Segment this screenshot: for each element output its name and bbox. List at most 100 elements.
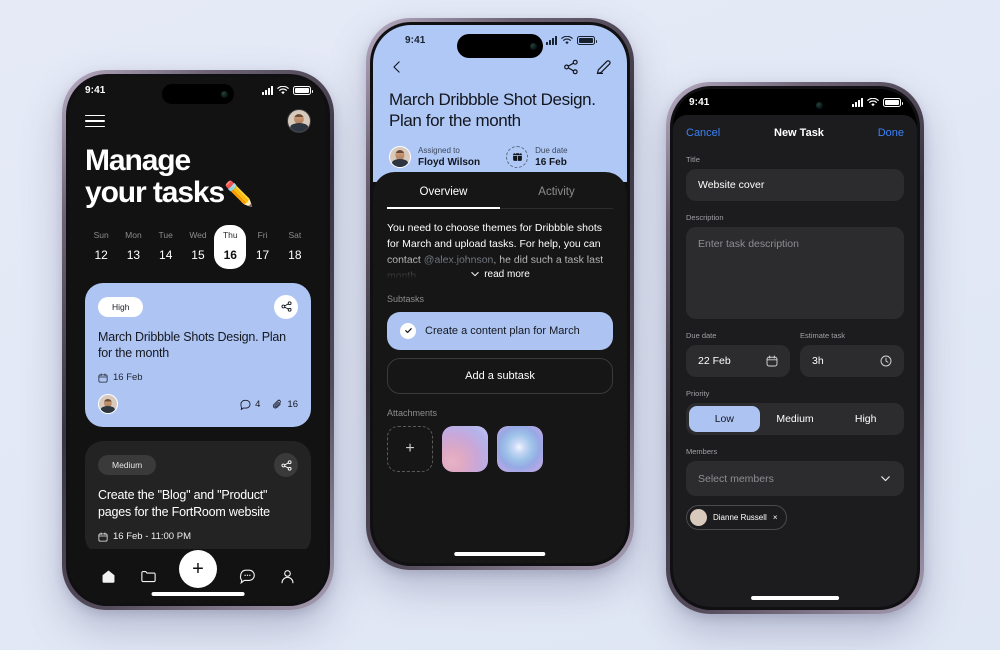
chevron-down-icon bbox=[881, 476, 890, 482]
attachment-thumbnail[interactable] bbox=[497, 425, 543, 472]
attachments-list: + bbox=[387, 425, 613, 472]
chat-icon bbox=[240, 399, 251, 410]
description-textarea[interactable]: Enter task description bbox=[686, 227, 904, 319]
cellular-bars-icon bbox=[852, 97, 863, 107]
phone2-screen: 9:41 March Dribbble Shot Design. Plan fo… bbox=[373, 25, 627, 563]
task-card-title: March Dribbble Shots Design. Plan for th… bbox=[98, 329, 286, 361]
wifi-icon bbox=[867, 97, 879, 106]
done-button[interactable]: Done bbox=[878, 127, 904, 139]
wifi-icon bbox=[277, 85, 289, 94]
chat-icon[interactable] bbox=[239, 568, 256, 585]
home-indicator bbox=[151, 592, 245, 596]
title-field-label: Title bbox=[686, 155, 700, 164]
comment-count: 4 bbox=[240, 399, 260, 410]
priority-option-low[interactable]: Low bbox=[689, 406, 760, 432]
title-input[interactable]: Website cover bbox=[686, 169, 904, 201]
add-subtask-button[interactable]: Add a subtask bbox=[387, 357, 613, 394]
phone3-screen: 9:41 Cancel New Task Done Title Website … bbox=[673, 89, 917, 607]
assignee-avatar[interactable] bbox=[98, 394, 118, 415]
clock-icon[interactable] bbox=[880, 355, 892, 367]
home-indicator bbox=[454, 552, 546, 556]
status-time: 9:41 bbox=[85, 84, 106, 96]
task-card-header: Medium bbox=[98, 453, 298, 478]
description-field-label: Description bbox=[686, 213, 724, 222]
cellular-bars-icon bbox=[546, 35, 557, 45]
phone1-status-bar: 9:41 bbox=[69, 77, 327, 104]
cellular-bars-icon bbox=[262, 85, 273, 95]
calendar-icon bbox=[98, 373, 108, 383]
phone3-bezel: 9:41 Cancel New Task Done Title Website … bbox=[670, 86, 920, 610]
wifi-icon bbox=[561, 35, 573, 44]
detail-toolbar-right bbox=[563, 59, 611, 75]
attachments-label: Attachments bbox=[387, 407, 438, 418]
phone1-topbar bbox=[85, 109, 311, 133]
new-task-sheet: Cancel New Task Done Title Website cover… bbox=[673, 115, 917, 607]
profile-icon[interactable] bbox=[279, 568, 296, 585]
calendar-strip[interactable]: Sun 12 Mon 13 Tue 14 Wed 15 Thu 16 Fri 17 Sat 1… bbox=[85, 224, 311, 269]
calendar-icon bbox=[512, 152, 522, 162]
status-icons bbox=[262, 85, 313, 95]
estimate-label: Estimate task bbox=[800, 331, 846, 340]
assignee-avatar[interactable] bbox=[389, 145, 411, 168]
members-select[interactable]: Select members bbox=[686, 461, 904, 496]
add-task-button[interactable]: + bbox=[178, 550, 217, 588]
user-avatar[interactable] bbox=[287, 109, 311, 133]
front-camera-icon bbox=[816, 102, 823, 109]
close-icon[interactable]: × bbox=[773, 513, 778, 522]
subtasks-label: Subtasks bbox=[387, 293, 425, 304]
subtask-item-completed[interactable]: Create a content plan for March bbox=[387, 311, 613, 350]
tab-activity[interactable]: Activity bbox=[500, 172, 613, 208]
mention-link[interactable]: @alex.johnson bbox=[424, 254, 494, 266]
estimate-input[interactable]: 3h bbox=[800, 345, 904, 377]
task-card[interactable]: Medium Create the "Blog" and "Product" p… bbox=[85, 441, 311, 549]
folder-icon[interactable] bbox=[140, 568, 157, 585]
due-date-input[interactable]: 22 Feb bbox=[686, 345, 790, 377]
calendar-day[interactable]: Tue 14 bbox=[150, 225, 182, 269]
task-card-date: 16 Feb bbox=[98, 372, 298, 383]
share-icon[interactable] bbox=[563, 59, 579, 75]
sheet-title: New Task bbox=[774, 127, 824, 139]
attachment-count: 16 bbox=[272, 399, 298, 410]
due-date-info: Due date 16 Feb bbox=[506, 145, 568, 168]
status-icons bbox=[852, 97, 903, 107]
calendar-icon[interactable] bbox=[766, 355, 778, 367]
battery-icon bbox=[883, 97, 903, 107]
phone3-status-bar: 9:41 bbox=[673, 89, 917, 115]
tab-overview[interactable]: Overview bbox=[387, 172, 500, 209]
estimate-group: Estimate task 3h bbox=[800, 319, 904, 377]
pencil-icon[interactable] bbox=[595, 59, 611, 75]
priority-option-medium[interactable]: Medium bbox=[760, 406, 831, 432]
task-card-date: 16 Feb - 11:00 PM bbox=[98, 531, 298, 542]
priority-option-high[interactable]: High bbox=[830, 406, 901, 432]
dynamic-island bbox=[457, 34, 543, 58]
attachment-thumbnail[interactable] bbox=[442, 425, 488, 472]
priority-badge: High bbox=[98, 296, 144, 317]
status-icons bbox=[546, 35, 597, 45]
calendar-icon bbox=[98, 532, 108, 542]
task-card[interactable]: High March Dribbble Shots Design. Plan f… bbox=[85, 282, 311, 428]
add-attachment-button[interactable]: + bbox=[387, 425, 433, 472]
due-date-text: Due date 16 Feb bbox=[535, 145, 568, 168]
member-chip[interactable]: Dianne Russell × bbox=[686, 505, 788, 530]
task-card-header: High bbox=[98, 294, 298, 319]
phone1-screen: 9:41 Manage your tasks✏️ Sun 12 Mon 13 T… bbox=[69, 77, 327, 603]
read-more-button[interactable]: read more bbox=[387, 269, 613, 280]
share-icon[interactable] bbox=[274, 453, 298, 478]
cancel-button[interactable]: Cancel bbox=[686, 127, 720, 139]
phone-task-detail: 9:41 March Dribbble Shot Design. Plan fo… bbox=[366, 18, 634, 570]
calendar-day-selected[interactable]: Thu 16 bbox=[214, 224, 247, 269]
dynamic-island bbox=[162, 84, 234, 104]
hamburger-menu-icon[interactable] bbox=[85, 114, 105, 128]
calendar-day[interactable]: Mon 13 bbox=[117, 225, 149, 269]
calendar-day[interactable]: Sat 18 bbox=[279, 225, 311, 269]
calendar-day[interactable]: Fri 17 bbox=[246, 225, 278, 269]
home-icon[interactable] bbox=[100, 568, 117, 585]
calendar-day[interactable]: Wed 15 bbox=[182, 225, 214, 269]
detail-toolbar bbox=[389, 55, 611, 75]
phone1-content: Manage your tasks✏️ Sun 12 Mon 13 Tue 14 We… bbox=[69, 103, 327, 549]
calendar-day[interactable]: Sun 12 bbox=[85, 225, 117, 269]
chevron-left-icon[interactable] bbox=[389, 59, 405, 75]
member-avatar bbox=[690, 509, 707, 526]
task-detail-hero: 9:41 March Dribbble Shot Design. Plan fo… bbox=[373, 25, 627, 182]
share-icon[interactable] bbox=[274, 294, 298, 319]
